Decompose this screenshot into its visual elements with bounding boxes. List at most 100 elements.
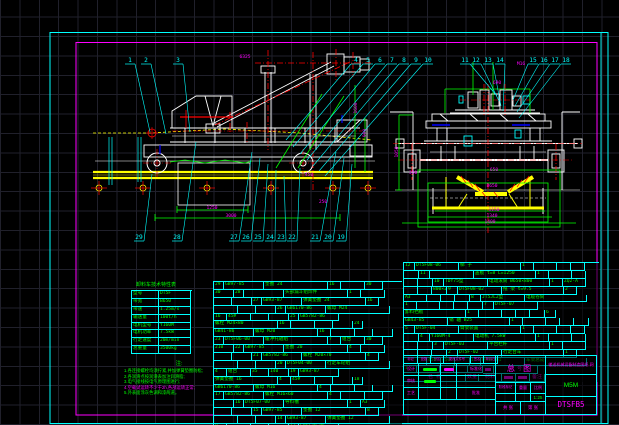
bom-cell: GB6170-86: [214, 384, 254, 393]
bom-cell: A3: [361, 400, 385, 409]
bom-cell: [251, 313, 269, 322]
bom-cell: 1: [404, 302, 417, 311]
title-block: 标记 处数 分区 更改文件号 签名 年月日 设计 标准化 审核 工艺 批准 总 图 阶段标…: [403, 355, 597, 415]
bom-cell: 3: [433, 341, 444, 350]
sheet-page: 第 张: [520, 401, 546, 415]
bom-cell: 30: [214, 289, 234, 298]
dimension-label: 3000: [225, 213, 236, 219]
balloon-26[interactable]: 26: [242, 234, 250, 241]
bom-cell: 8: [366, 408, 379, 417]
bom-cell: 6: [545, 310, 556, 319]
bom-cell: 16: [234, 400, 244, 409]
bom-cell: 10: [433, 278, 444, 287]
balloon-10[interactable]: 10: [424, 57, 432, 64]
bom-cell: GB97-85: [262, 408, 302, 417]
drawing-title: 总 图: [495, 355, 546, 383]
bom-cell: 9: [447, 286, 458, 295]
bom-cell: [502, 310, 516, 319]
bom-cell: 弹簧垫圈 24: [302, 297, 366, 306]
balloon-20[interactable]: 20: [324, 234, 332, 241]
bom-cell: [430, 270, 474, 279]
balloon-15[interactable]: 15: [529, 57, 537, 64]
bom-cell: 29: [214, 282, 224, 290]
bom-cell: 7: [483, 302, 494, 311]
bom-cell: 210: [214, 345, 234, 354]
balloon-5[interactable]: 5: [366, 57, 370, 64]
bom-cell: 行走车轮组: [326, 360, 390, 369]
balloon-6[interactable]: 6: [378, 57, 382, 64]
bom-cell: 行走速度: [132, 338, 159, 347]
bom-cell: [238, 416, 256, 425]
balloon-9[interactable]: 9: [414, 57, 418, 64]
balloon-3[interactable]: 3: [176, 57, 180, 64]
bom-cell: [549, 270, 572, 279]
balloon-18[interactable]: 18: [562, 57, 570, 64]
blank-cell: [403, 399, 496, 415]
dimension-label: 650: [490, 167, 499, 173]
balloon-2[interactable]: 2: [144, 57, 148, 64]
dimension-label: 450: [305, 172, 314, 178]
balloon-11[interactable]: 11: [461, 57, 469, 64]
bom-cell: 导料槽: [284, 400, 348, 409]
bom-cell: DT5F07-00: [244, 400, 284, 409]
dimension-label: 1400: [484, 219, 495, 225]
balloon-23[interactable]: 23: [277, 234, 285, 241]
bom-cell: 1: [466, 310, 479, 319]
bom-cell: 1.25m/s: [159, 306, 191, 315]
bom-cell: 16: [278, 321, 291, 330]
balloon-22[interactable]: 22: [288, 234, 296, 241]
bom-cell: 总重量: [132, 346, 159, 355]
balloon-21[interactable]: 21: [311, 234, 319, 241]
dimension-label: 1600: [353, 102, 359, 113]
balloon-24[interactable]: 24: [266, 234, 274, 241]
bom-cell: [341, 392, 365, 401]
dimension-label: 1340: [486, 213, 497, 219]
bom-cell: [572, 334, 586, 342]
balloon-14[interactable]: 14: [496, 57, 504, 64]
balloon-17[interactable]: 17: [551, 57, 559, 64]
bom-cell: 电机功率: [132, 330, 159, 339]
bom-cell: [574, 318, 589, 327]
bom-cell: 4: [328, 392, 341, 401]
balloon-13[interactable]: 13: [484, 57, 492, 64]
bom-cell: [418, 278, 433, 287]
balloon-16[interactable]: 16: [540, 57, 548, 64]
bom-cell: JT5JL2型: [481, 294, 525, 303]
dimension-label: 250: [319, 199, 328, 205]
bom-cell: [256, 360, 276, 369]
balloon-4[interactable]: 4: [354, 57, 358, 64]
balloon-12[interactable]: 12: [472, 57, 480, 64]
bom-cell: 100t/h: [159, 314, 191, 323]
balloon-25[interactable]: 25: [254, 234, 262, 241]
company-name: 输送机械设备制造图纸-网: [545, 355, 597, 375]
bom-cell: 电动滚筒 Ø650×800: [488, 278, 550, 287]
bom-cell: 16: [214, 313, 227, 322]
bom-cell: [315, 321, 333, 330]
cad-viewport[interactable]: 1 2 3 4 5 6 7 8 9 10 11 12 13 14 15 16 17 18 29 28 27 26 25 24 2…: [0, 0, 619, 425]
bom-cell: 18: [353, 376, 363, 385]
balloon-8[interactable]: 8: [402, 57, 406, 64]
bom-cell: [232, 408, 252, 417]
bom-cell: 17: [214, 392, 224, 401]
balloon-28[interactable]: 28: [173, 234, 181, 241]
bom-cell: 1: [510, 318, 523, 327]
bom-cell: GB6170-86: [286, 305, 326, 314]
bom-cell: [214, 353, 232, 361]
bom-cell: [361, 289, 385, 298]
bom-cell: 垫圈 20: [284, 345, 348, 354]
balloon-7[interactable]: 7: [390, 57, 394, 64]
bom-cell: 1: [536, 270, 549, 279]
bom-cell: GB97-85: [244, 345, 284, 354]
bom-cell: A3: [404, 294, 427, 303]
bom-cell: 140: [269, 368, 289, 377]
balloon-1[interactable]: 1: [128, 57, 132, 64]
balloon-27[interactable]: 27: [230, 234, 238, 241]
bom-cell: 27: [252, 297, 262, 306]
bom-cell: [238, 360, 256, 369]
bom-cell: TDY75型: [444, 278, 488, 287]
balloon-19[interactable]: 19: [337, 234, 345, 241]
bom-cell: [455, 294, 470, 303]
bom-cell: [427, 294, 441, 303]
bom-cell: 4: [366, 353, 379, 361]
balloon-29[interactable]: 29: [135, 234, 143, 241]
